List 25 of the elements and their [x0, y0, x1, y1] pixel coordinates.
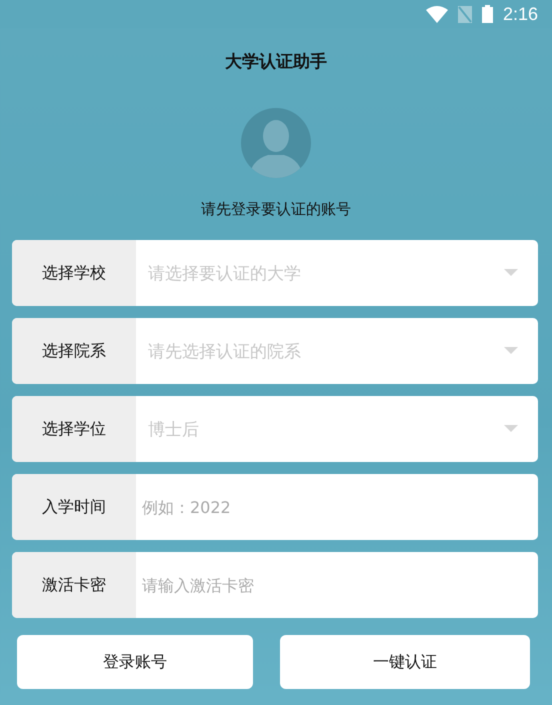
- caret-icon: [504, 347, 518, 355]
- battery-icon: [482, 5, 493, 23]
- input-field[interactable]: 例如：2022: [136, 498, 518, 516]
- field-label: 激活卡密: [42, 574, 106, 596]
- status-time: 2:16: [502, 4, 538, 24]
- dropdown-field[interactable]: 选择院系 请先选择认证的院系: [12, 318, 538, 384]
- verify-button[interactable]: 一键认证: [280, 635, 530, 689]
- dropdown-field[interactable]: 选择学位 博士后: [12, 396, 538, 462]
- field-label: 选择学位: [42, 418, 106, 440]
- wifi-icon: [426, 6, 448, 22]
- login-button[interactable]: 登录账号: [17, 635, 253, 689]
- login-prompt: 请先登录要认证的账号: [201, 200, 351, 218]
- caret-icon: [504, 425, 518, 433]
- field-label: 入学时间: [42, 496, 106, 518]
- dropdown-placeholder: 请先选择认证的院系: [148, 340, 301, 362]
- no-signal-icon: [458, 6, 472, 22]
- field-label: 选择学校: [42, 262, 106, 284]
- avatar-icon: [241, 108, 311, 178]
- dropdown-field[interactable]: 选择学校 请选择要认证的大学: [12, 240, 538, 306]
- field-label: 选择院系: [42, 340, 106, 362]
- caret-icon: [504, 269, 518, 277]
- app-title: 大学认证助手: [225, 52, 327, 72]
- dropdown-placeholder: 请选择要认证的大学: [148, 262, 301, 284]
- dropdown-placeholder: 博士后: [148, 418, 199, 440]
- input-field[interactable]: 请输入激活卡密: [136, 576, 518, 594]
